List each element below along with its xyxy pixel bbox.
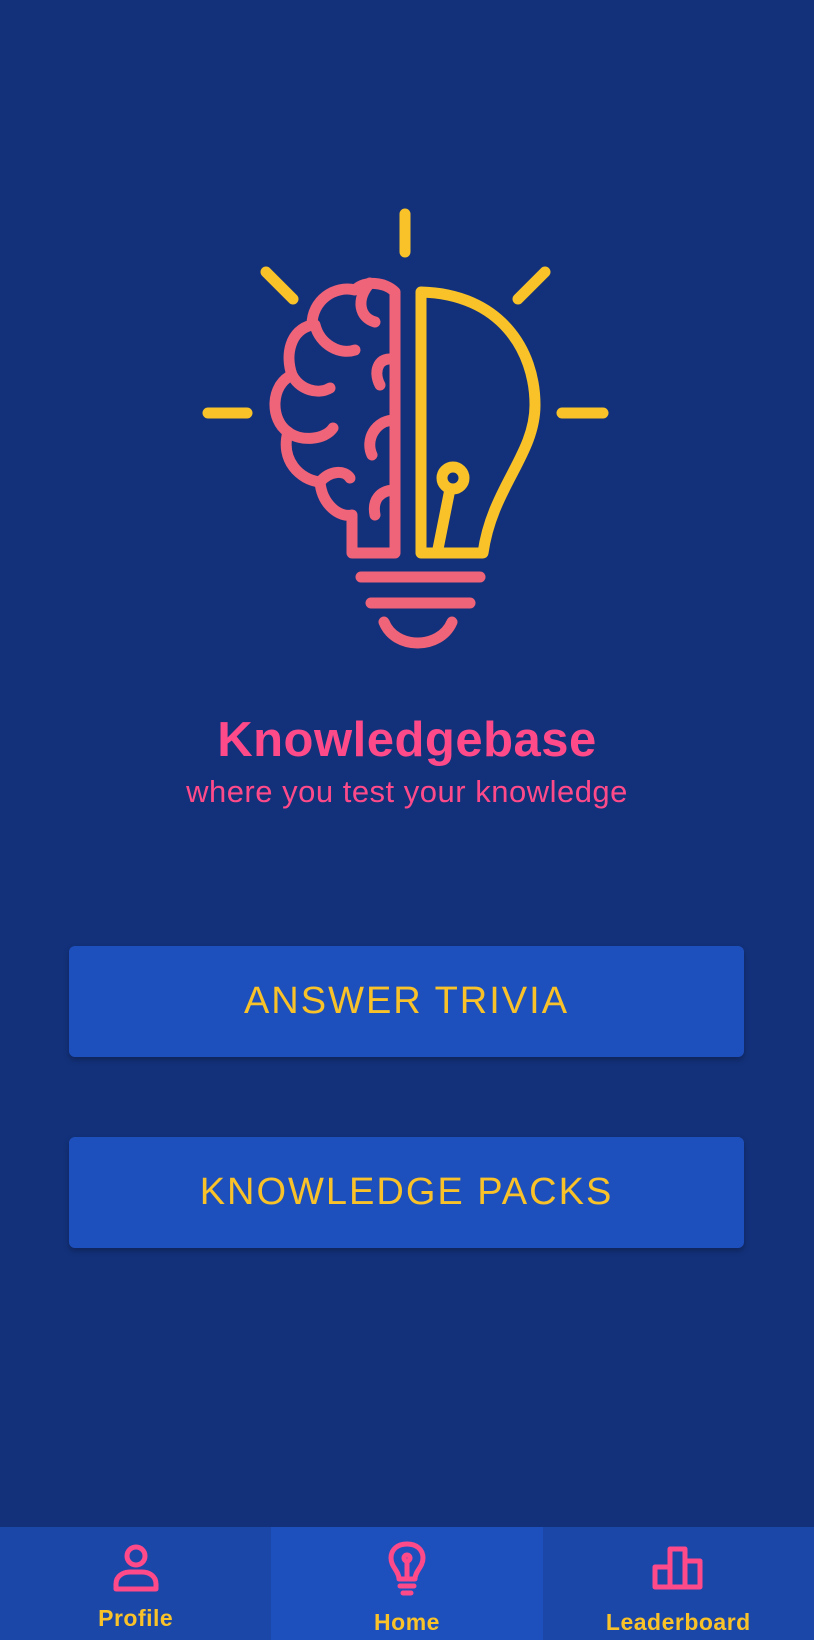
nav-label-home: Home xyxy=(374,1609,440,1635)
nav-item-leaderboard[interactable]: Leaderboard xyxy=(542,1527,814,1640)
person-icon xyxy=(113,1544,159,1592)
lightbulb-icon xyxy=(388,1541,426,1596)
brain-lightbulb-logo xyxy=(202,208,609,649)
nav-label-profile: Profile xyxy=(98,1605,174,1631)
nav-item-home[interactable]: Home xyxy=(271,1527,543,1640)
podium-icon xyxy=(652,1546,703,1590)
knowledge-packs-button[interactable]: KNOWLEDGE PACKS xyxy=(69,1137,744,1248)
home-screen: Knowledgebase where you test your knowle… xyxy=(0,0,814,1640)
bulb-half-icon xyxy=(415,286,541,559)
app-title: Knowledgebase xyxy=(217,713,597,767)
brain-half-icon xyxy=(269,277,401,559)
bulb-base-icon xyxy=(355,571,486,649)
bottom-nav: Profile Home Leaderboard xyxy=(0,1527,814,1640)
answer-trivia-button[interactable]: ANSWER TRIVIA xyxy=(69,946,744,1057)
light-rays-icon xyxy=(202,208,609,419)
nav-label-leaderboard: Leaderboard xyxy=(605,1609,751,1635)
nav-item-profile[interactable]: Profile xyxy=(0,1527,272,1640)
app-subtitle: where you test your knowledge xyxy=(186,774,628,809)
